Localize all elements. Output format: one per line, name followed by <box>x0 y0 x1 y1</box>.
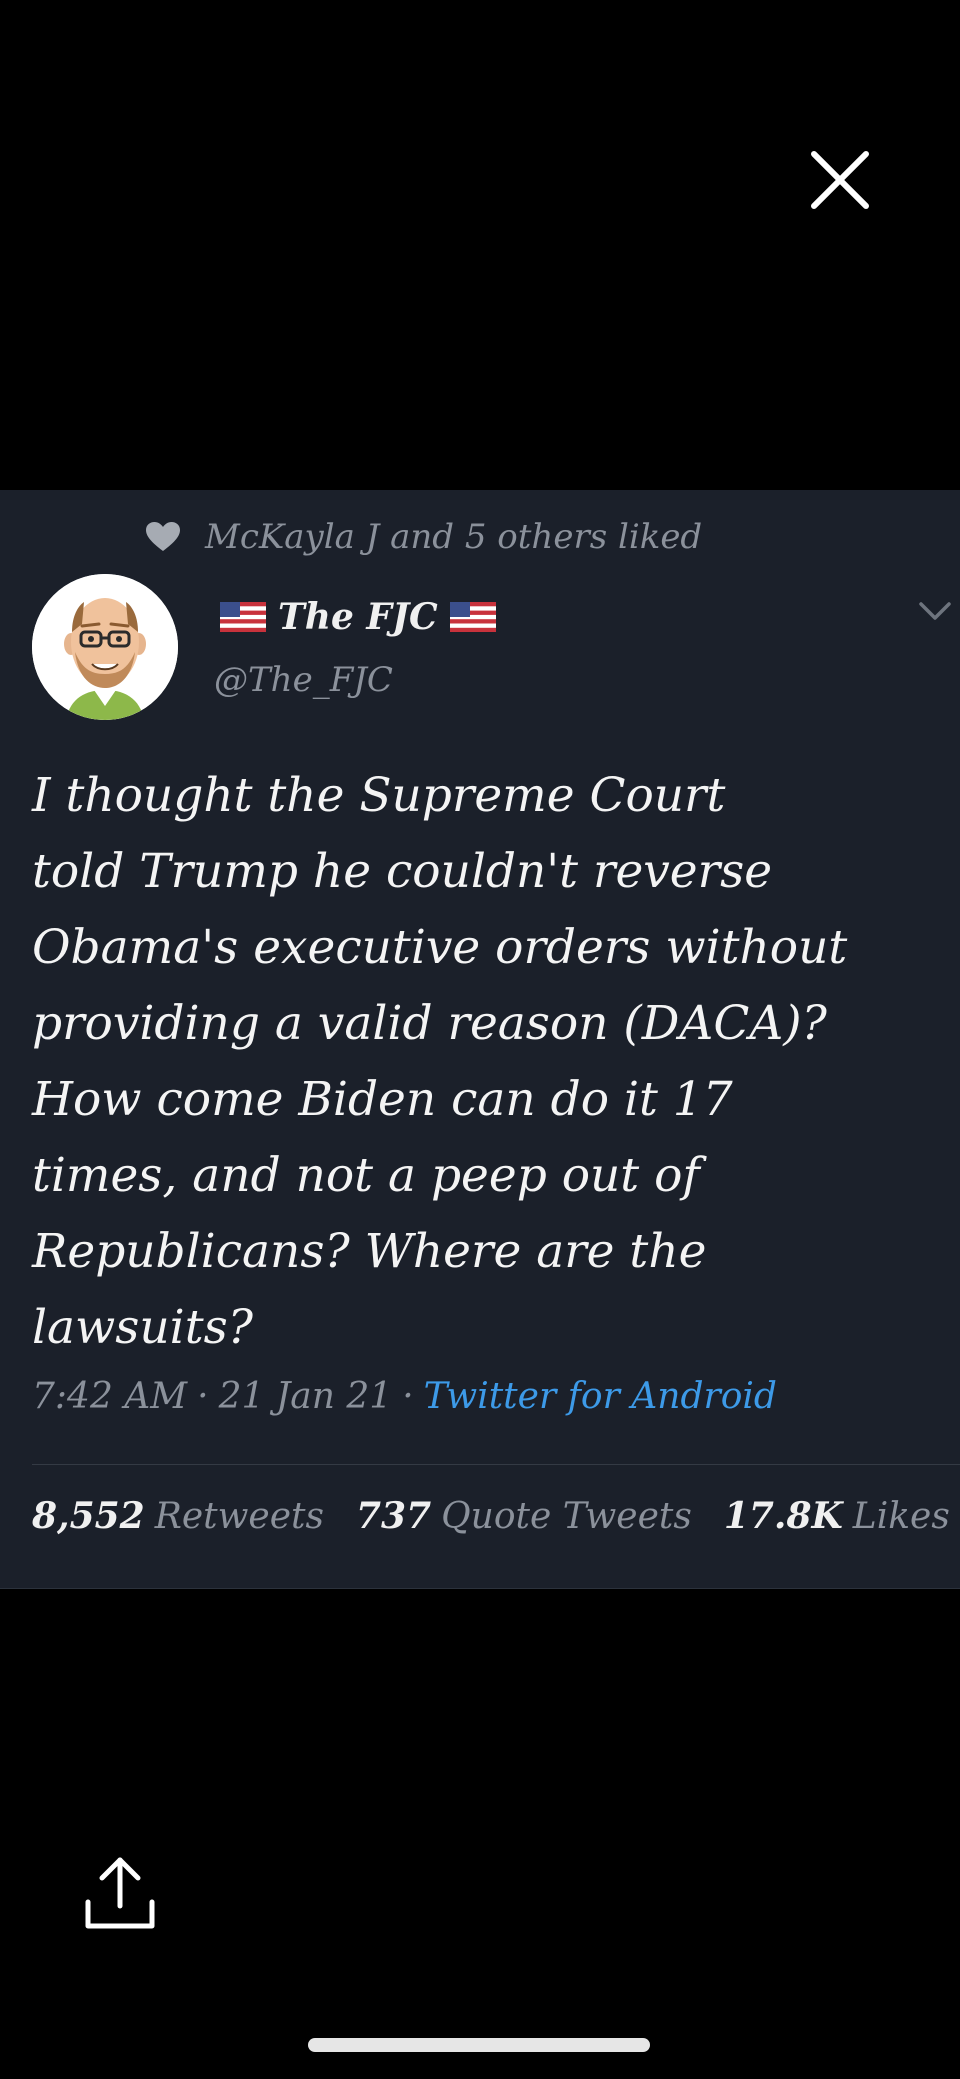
tweet-time: 7:42 AM <box>32 1375 188 1417</box>
retweets-count: 8,552 <box>32 1495 145 1537</box>
liked-by-text: McKayla J and 5 others liked <box>205 517 703 557</box>
tweet-date: 21 Jan 21 <box>218 1375 393 1417</box>
likes-label: Likes <box>852 1496 950 1537</box>
likes-count: 17.8K <box>723 1495 843 1537</box>
tweet-source-link[interactable]: Twitter for Android <box>424 1376 777 1417</box>
tweet-text: I thought the Supreme Court told Trump h… <box>32 758 932 1366</box>
tweet-meta: 7:42 AM · 21 Jan 21 · Twitter for Androi… <box>32 1372 777 1420</box>
us-flag-icon <box>220 602 266 632</box>
heart-icon <box>146 522 180 551</box>
tweet-text-line: Obama's executive orders without <box>32 920 848 975</box>
author-name-row[interactable]: The FJC <box>214 592 502 642</box>
chevron-down-icon[interactable] <box>918 600 952 622</box>
close-button[interactable] <box>800 140 880 220</box>
cartoon-avatar-icon <box>32 574 178 720</box>
social-context: McKayla J and 5 others liked <box>145 514 702 560</box>
quote-tweets-count: 737 <box>355 1495 432 1537</box>
divider <box>32 1464 960 1465</box>
quote-tweets-label: Quote Tweets <box>441 1496 692 1537</box>
author-handle[interactable]: @The_FJC <box>214 660 393 700</box>
tweet-text-line: providing a valid reason (DACA)? <box>32 996 827 1051</box>
close-icon <box>811 151 869 209</box>
retweets-label: Retweets <box>154 1496 324 1537</box>
tweet-text-line: Republicans? Where are the <box>32 1224 707 1279</box>
avatar[interactable] <box>32 574 178 720</box>
quote-tweets-stat[interactable]: 737 Quote Tweets <box>356 1495 692 1537</box>
share-button[interactable] <box>82 1852 158 1932</box>
likes-stat[interactable]: 17.8K Likes <box>724 1495 950 1537</box>
tweet-text-line: I thought the Supreme Court <box>32 768 726 823</box>
tweet-text-line: times, and not a peep out of <box>32 1148 700 1203</box>
meta-separator: · <box>197 1375 209 1417</box>
home-indicator[interactable] <box>308 2038 650 2052</box>
us-flag-icon <box>449 602 496 632</box>
meta-separator: · <box>402 1375 414 1417</box>
tweet-text-line: told Trump he couldn't reverse <box>32 844 773 899</box>
share-upload-icon <box>85 1857 155 1929</box>
tweet-text-line: lawsuits? <box>32 1300 253 1355</box>
tweet-card: McKayla J and 5 others liked The FJC @Th… <box>0 490 960 1589</box>
tweet-stats: 8,552 Retweets 737 Quote Tweets 17.8K Li… <box>32 1492 960 1540</box>
author-display-name: The FJC <box>278 596 438 638</box>
tweet-text-line: How come Biden can do it 17 <box>32 1072 733 1127</box>
retweets-stat[interactable]: 8,552 Retweets <box>32 1495 324 1537</box>
